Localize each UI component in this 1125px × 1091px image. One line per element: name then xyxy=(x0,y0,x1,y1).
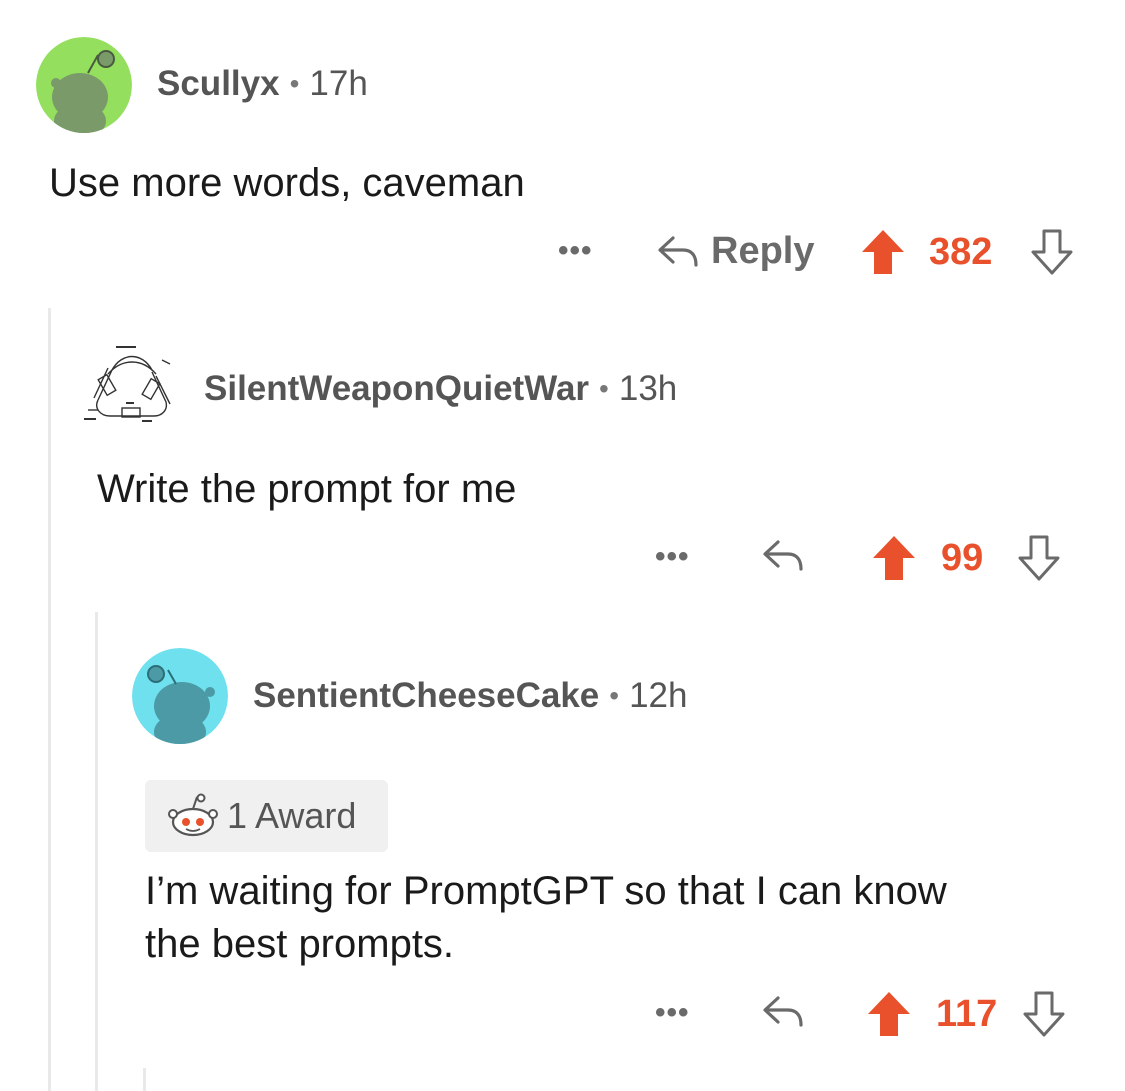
timestamp: 17h xyxy=(309,64,368,103)
upvote-arrow-icon[interactable] xyxy=(860,228,906,276)
award-badge[interactable]: 1 Award xyxy=(145,780,388,852)
comment-body: Write the prompt for me xyxy=(97,467,517,511)
comment-body-line: the best prompts. xyxy=(145,922,455,966)
vote-score: 382 xyxy=(929,231,993,273)
reply-button[interactable] xyxy=(760,536,806,576)
reply-label: Reply xyxy=(711,230,815,272)
more-options-button[interactable]: ••• xyxy=(558,234,593,268)
more-options-button[interactable]: ••• xyxy=(655,996,690,1030)
more-options-button[interactable]: ••• xyxy=(655,540,690,574)
comment-body: I’m waiting for PromptGPT so that I can … xyxy=(145,865,947,971)
meta-separator: • xyxy=(599,373,609,404)
upvote-arrow-icon[interactable] xyxy=(866,990,912,1038)
comment-actions: ••• Reply 382 xyxy=(0,224,1125,280)
downvote-arrow-icon[interactable] xyxy=(1029,228,1075,276)
reply-button[interactable] xyxy=(760,992,806,1032)
award-label: 1 Award xyxy=(227,795,357,836)
timestamp: 12h xyxy=(629,676,688,715)
meta-separator: • xyxy=(609,680,620,711)
snoo-avatar-blue-icon[interactable] xyxy=(132,648,228,744)
downvote-arrow-icon[interactable] xyxy=(1016,534,1062,582)
comment-actions: ••• 117 xyxy=(0,986,1125,1042)
reply-arrow-icon xyxy=(658,235,698,267)
reply-arrow-icon xyxy=(763,540,803,571)
reply-arrow-icon xyxy=(763,996,803,1027)
diagram-avatar-icon[interactable] xyxy=(82,340,178,436)
thread-line-level-1[interactable] xyxy=(48,308,51,1091)
comment-meta: SentientCheeseCake • 12h xyxy=(253,676,687,716)
username[interactable]: SilentWeaponQuietWar xyxy=(204,369,589,409)
upvote-arrow-icon[interactable] xyxy=(871,534,917,582)
reply-button[interactable]: Reply xyxy=(655,230,814,273)
thread-line-level-3[interactable] xyxy=(143,1068,146,1091)
comment-body: Use more words, caveman xyxy=(49,161,525,205)
vote-score: 117 xyxy=(936,993,998,1035)
timestamp: 13h xyxy=(618,369,678,408)
username[interactable]: Scullyx xyxy=(157,64,280,104)
username[interactable]: SentientCheeseCake xyxy=(253,676,599,716)
meta-separator: • xyxy=(289,68,300,99)
downvote-arrow-icon[interactable] xyxy=(1021,990,1067,1038)
comment-meta: SilentWeaponQuietWar • 13h xyxy=(204,369,677,409)
award-snoo-icon xyxy=(168,793,218,837)
comment-body-line: I’m waiting for PromptGPT so that I can … xyxy=(145,869,947,913)
vote-score: 99 xyxy=(941,537,984,579)
comment-meta: Scullyx • 17h xyxy=(157,64,368,104)
comment-actions: ••• 99 xyxy=(0,530,1125,586)
snoo-avatar-green-icon[interactable] xyxy=(36,37,132,133)
